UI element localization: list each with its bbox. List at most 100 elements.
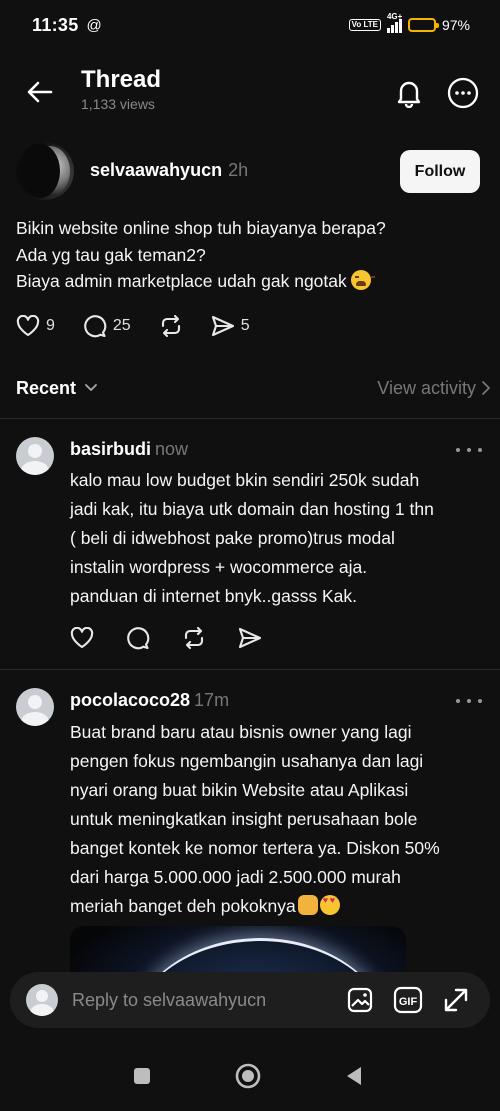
reply-text: Buat brand baru atau bisnis owner yang l… <box>70 718 490 921</box>
chevron-right-icon[interactable] <box>480 380 492 396</box>
divider <box>0 669 500 670</box>
battery-percent: 97% <box>441 17 470 33</box>
sort-dropdown[interactable]: Recent <box>16 378 76 399</box>
like-button[interactable] <box>70 627 94 649</box>
battery-icon <box>407 18 439 32</box>
chevron-down-icon[interactable] <box>84 380 98 394</box>
reply-line: meriah banget deh pokoknya <box>70 892 490 921</box>
heart-icon <box>16 315 40 337</box>
send-icon <box>238 627 262 649</box>
reply-username[interactable]: basirbudi <box>70 439 151 459</box>
avatar[interactable] <box>16 142 74 200</box>
gif-icon: GIF <box>393 986 423 1014</box>
status-icons: Vo LTE 4G+ 97% <box>348 12 470 33</box>
reply-input[interactable] <box>72 986 332 1014</box>
divider <box>0 418 500 419</box>
views-count: 1,133 views <box>81 96 155 112</box>
volte-icon: Vo LTE <box>348 19 381 31</box>
reply-line: instalin wordpress + wocommerce aja. <box>70 557 368 577</box>
expand-button[interactable] <box>440 984 472 1016</box>
reply-time: 17m <box>194 690 230 710</box>
like-count: 9 <box>46 317 55 334</box>
replies-sort-bar: Recent View activity <box>0 368 500 410</box>
reply-line: Buat brand baru atau bisnis owner yang l… <box>70 722 412 742</box>
reply-more-button[interactable] <box>456 693 482 709</box>
reply-actions <box>70 626 262 650</box>
notifications-button[interactable] <box>390 74 428 112</box>
clapping-hands-emoji <box>297 895 318 915</box>
comment-icon <box>127 627 150 650</box>
status-bar: 11:35 @ Vo LTE 4G+ 97% <box>0 0 500 50</box>
post-actions: 9 25 5 <box>16 314 250 338</box>
heart-icon <box>70 627 94 649</box>
reply-line: jadi kak, itu biaya utk domain dan hosti… <box>70 499 434 519</box>
gif-label: GIF <box>399 996 418 1008</box>
reply-more-button[interactable] <box>456 442 482 458</box>
post-line: Ada yg tau gak teman2? <box>16 244 206 265</box>
avatar[interactable] <box>16 437 54 475</box>
reply-author[interactable]: basirbudi now <box>70 439 188 460</box>
triangle-back-icon <box>347 1067 361 1085</box>
reply-line: ( beli di idwebhost pake promo)trus moda… <box>70 528 395 548</box>
repost-icon <box>184 626 204 650</box>
reply-line: untuk meningkatkan insight perusahaan bo… <box>70 809 418 829</box>
tired-face-emoji <box>350 270 375 290</box>
status-time: 11:35 <box>32 14 79 35</box>
reply-line: kalo mau low budget bkin sendiri 250k su… <box>70 470 420 490</box>
share-button[interactable] <box>238 627 262 649</box>
reply-line: pengen fokus ngembangin usahanya dan lag… <box>70 751 424 771</box>
recents-button[interactable] <box>128 1062 156 1090</box>
post-text: Bikin website online shop tuh biayanya b… <box>16 215 486 295</box>
square-icon <box>134 1068 150 1084</box>
threads-app-icon: @ <box>86 16 102 34</box>
image-icon <box>347 987 373 1013</box>
post-line: Bikin website online shop tuh biayanya b… <box>16 218 386 238</box>
reply-text: kalo mau low budget bkin sendiri 250k su… <box>70 466 490 611</box>
reply-composer: GIF <box>10 972 490 1028</box>
network-type: 4G+ <box>386 12 403 21</box>
thread-header: Thread 1,133 views <box>0 60 500 122</box>
reply-line-text: meriah banget deh pokoknya <box>70 896 296 916</box>
reply-time: now <box>155 439 189 459</box>
more-options-button[interactable] <box>444 74 482 112</box>
heart-eyes-emoji <box>319 895 340 915</box>
home-circle-icon <box>235 1063 261 1089</box>
share-count: 5 <box>240 317 250 334</box>
system-nav-bar <box>0 1040 500 1111</box>
reply-username[interactable]: pocolacoco28 <box>70 690 190 710</box>
comment-button[interactable]: 25 <box>83 314 131 338</box>
post-username[interactable]: selvaawahyucn <box>90 160 222 180</box>
follow-button[interactable]: Follow <box>400 150 480 193</box>
avatar <box>26 984 58 1016</box>
repost-button[interactable] <box>159 314 183 338</box>
avatar[interactable] <box>16 688 54 726</box>
reply-line: banget kontek ke nomor tertera ya. Disko… <box>70 838 440 858</box>
send-icon <box>211 315 234 337</box>
reply-line: dari harga 5.000.000 jadi 2.500.000 mura… <box>70 867 401 887</box>
share-button[interactable]: 5 <box>211 315 250 337</box>
attach-image-button[interactable] <box>344 984 376 1016</box>
back-nav-button[interactable] <box>340 1062 368 1090</box>
post-line-text: Biaya admin marketplace udah gak ngotak <box>16 271 347 291</box>
repost-button[interactable] <box>182 626 206 650</box>
comment-count: 25 <box>112 317 131 334</box>
page-title: Thread <box>81 66 162 93</box>
post-time: 2h <box>228 160 249 180</box>
comment-icon <box>84 315 107 338</box>
post-line: Biaya admin marketplace udah gak ngotak <box>16 268 486 295</box>
repost-icon <box>161 314 180 338</box>
reply-line: panduan di internet bnyk..gasss Kak. <box>70 586 357 606</box>
reply-author[interactable]: pocolacoco28 17m <box>70 690 229 711</box>
post-author[interactable]: selvaawahyucn 2h <box>90 160 248 181</box>
home-button[interactable] <box>234 1062 262 1090</box>
more-circle-icon <box>447 77 479 109</box>
bell-icon <box>397 81 421 108</box>
back-button[interactable] <box>22 74 58 110</box>
expand-icon <box>444 988 468 1012</box>
view-activity-link[interactable]: View activity <box>377 378 476 399</box>
signal-icon: 4G+ <box>386 12 402 33</box>
reply-line: nyari orang buat bikin Website atau Apli… <box>70 780 409 800</box>
like-button[interactable]: 9 <box>16 315 55 337</box>
comment-button[interactable] <box>126 626 150 650</box>
gif-button[interactable]: GIF <box>392 984 424 1016</box>
